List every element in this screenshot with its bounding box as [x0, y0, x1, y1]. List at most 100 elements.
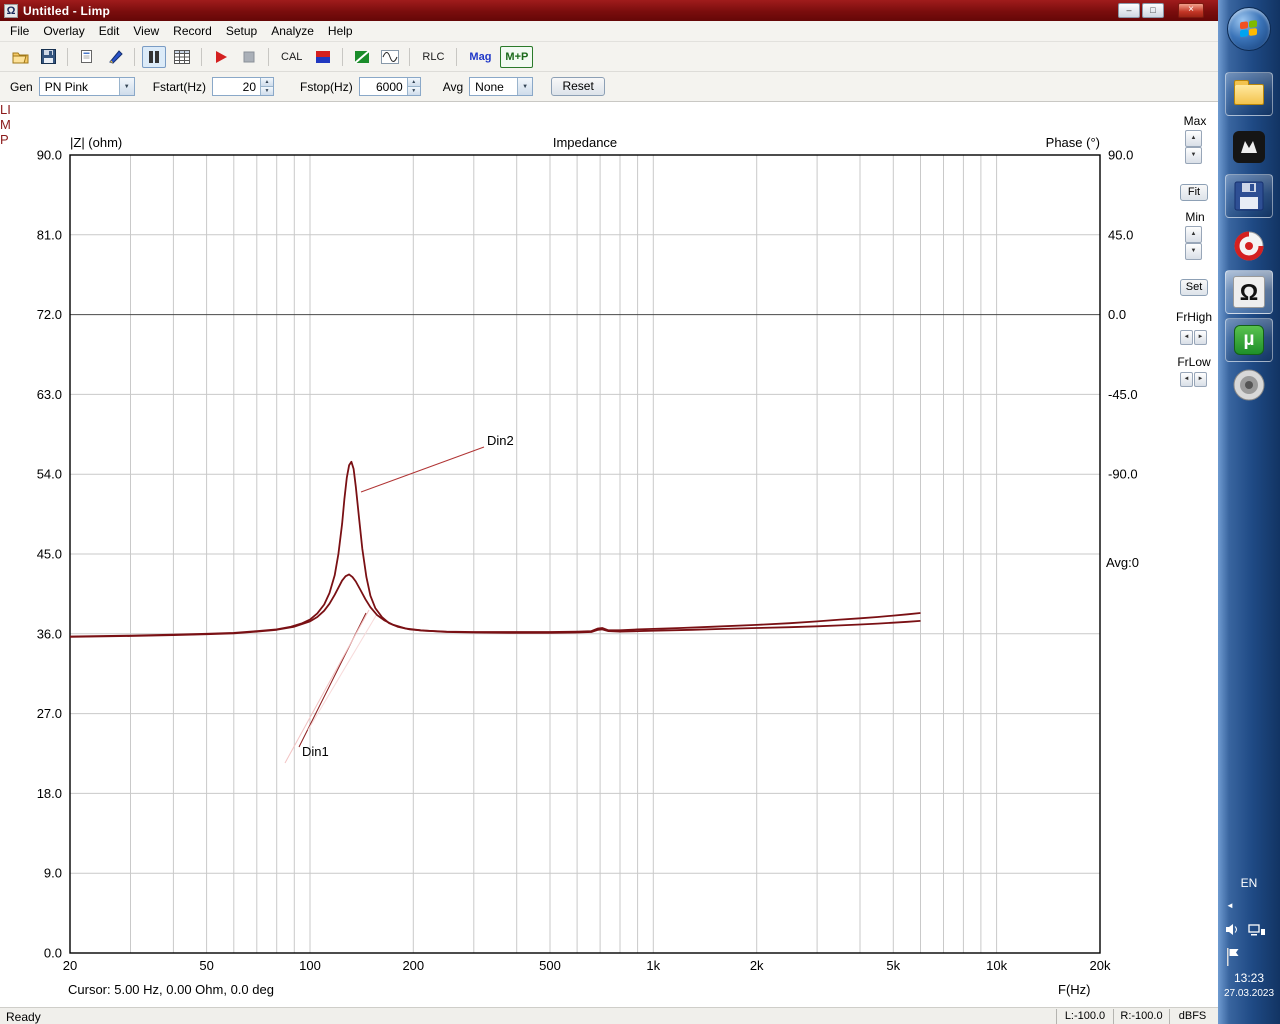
menu-view[interactable]: View	[126, 22, 166, 40]
taskbar-item-speaker-app[interactable]	[1230, 366, 1268, 404]
green-analyzer-icon	[354, 49, 371, 64]
copy-document-button[interactable]	[75, 46, 99, 68]
fstop-input[interactable]: 6000 ▲ ▼	[358, 77, 421, 96]
toolbar-separator	[67, 47, 68, 66]
fit-button[interactable]: Fit	[1180, 184, 1208, 201]
table-view-button[interactable]	[170, 46, 194, 68]
y-left-tick-label: 27.0	[37, 706, 62, 721]
curve-din1	[69, 573, 921, 638]
spin-down-icon[interactable]: ▼	[407, 86, 420, 95]
frhigh-left-button[interactable]: ◄	[1180, 330, 1193, 345]
max-down-button[interactable]: ▼	[1185, 147, 1202, 164]
volume-tray-icon[interactable]	[1225, 923, 1240, 941]
y-left-tick-label: 81.0	[37, 227, 62, 242]
fstart-stepper[interactable]: ▲ ▼	[260, 78, 274, 95]
chevron-down-icon[interactable]: ▼	[517, 78, 533, 95]
menu-setup[interactable]: Setup	[219, 22, 264, 40]
edit-pen-button[interactable]	[103, 46, 127, 68]
averaging-select[interactable]: None ▼	[469, 77, 534, 96]
y-right-tick-label: 90.0	[1108, 148, 1133, 163]
network-tray-icon[interactable]	[1248, 924, 1266, 942]
start-recording-button[interactable]	[209, 46, 233, 68]
table-icon	[174, 49, 190, 64]
date[interactable]: 27.03.2023	[1218, 988, 1280, 999]
taskbar-item-player[interactable]	[1230, 227, 1268, 265]
close-button[interactable]: ×	[1178, 3, 1204, 18]
stop-recording-button[interactable]	[237, 46, 261, 68]
menu-edit[interactable]: Edit	[92, 22, 127, 40]
magnitude-phase-button[interactable]: M+P	[500, 45, 534, 68]
spin-up-icon[interactable]: ▲	[261, 78, 274, 86]
menu-record[interactable]: Record	[166, 22, 219, 40]
min-down-button[interactable]: ▼	[1185, 243, 1202, 260]
sine-generator-button[interactable]	[378, 46, 402, 68]
taskbar-item-utorrent[interactable]: µ	[1225, 318, 1273, 362]
taskbar-item-limp[interactable]: Ω	[1225, 270, 1273, 314]
generator-select[interactable]: PN Pink ▼	[38, 77, 135, 96]
y-right-tick-label: -90.0	[1108, 467, 1138, 482]
pause-icon	[149, 50, 159, 63]
rlc-button[interactable]: RLC	[417, 46, 449, 68]
chevron-down-icon[interactable]: ▼	[118, 78, 134, 95]
spin-down-icon[interactable]: ▼	[261, 86, 274, 95]
y-right-tick-label: 0.0	[1108, 307, 1126, 322]
window-title: Untitled - Limp	[23, 3, 110, 18]
y-left-tick-label: 72.0	[37, 307, 62, 322]
taskbar-item-explorer[interactable]	[1225, 72, 1273, 116]
pause-button[interactable]	[142, 45, 166, 68]
reset-button[interactable]: Reset	[551, 77, 606, 96]
taskbar-item-media-app[interactable]	[1230, 128, 1268, 166]
titlebar[interactable]: Ω Untitled - Limp – □ ×	[0, 0, 1218, 21]
open-file-button[interactable]	[8, 46, 32, 68]
annotation-line	[360, 446, 485, 493]
frlow-right-button[interactable]: ►	[1194, 372, 1207, 387]
document-icon	[81, 50, 92, 63]
calibrate-button[interactable]: CAL	[276, 46, 307, 68]
language-indicator[interactable]: EN	[1218, 876, 1280, 890]
limp-application-window: Ω Untitled - Limp – □ × File Overlay Edi…	[0, 0, 1218, 1024]
toolbar-separator	[342, 47, 344, 66]
red-swirl-icon	[1234, 231, 1264, 261]
taskbar-item-file-manager[interactable]	[1225, 174, 1273, 218]
clock[interactable]: 13:23	[1218, 971, 1280, 985]
statusbar: Ready L:-100.0 R:-100.0 dBFS	[0, 1007, 1218, 1024]
curve-label-din2: Din2	[487, 433, 514, 448]
toolbar-separator	[134, 47, 135, 66]
window-controls: – □ ×	[1118, 3, 1204, 18]
maximize-button[interactable]: □	[1142, 3, 1164, 18]
magnitude-button[interactable]: Mag	[464, 46, 496, 68]
fstop-stepper[interactable]: ▲ ▼	[406, 78, 420, 95]
avg-counter: Avg:0	[1106, 555, 1140, 570]
frhigh-right-button[interactable]: ►	[1194, 330, 1207, 345]
y-left-tick-label: 45.0	[37, 547, 62, 562]
start-button[interactable]	[1227, 7, 1271, 51]
max-label: Max	[1183, 114, 1207, 128]
x-tick-label: 200	[402, 958, 424, 973]
channel-flag-button[interactable]	[311, 46, 335, 68]
x-axis-title: F(Hz)	[1058, 982, 1091, 997]
menu-file[interactable]: File	[3, 22, 36, 40]
toolbar-separator	[268, 47, 269, 66]
y-left-tick-label: 63.0	[37, 387, 62, 402]
impedance-chart: 0.0 9.0 18.0 27.0 36.0 45.0 54.0 63.0 72.0 81.0 90…	[37, 148, 1138, 974]
minimize-button[interactable]: –	[1118, 3, 1140, 18]
spin-up-icon[interactable]: ▲	[407, 78, 420, 86]
sine-wave-icon	[381, 49, 400, 64]
frlow-left-button[interactable]: ◄	[1180, 372, 1193, 387]
tray-expand-arrow[interactable]: ◄	[1226, 901, 1234, 910]
menu-help[interactable]: Help	[321, 22, 360, 40]
blue-floppy-icon	[1234, 181, 1264, 211]
right-channel-level: R:-100.0	[1113, 1009, 1169, 1024]
mu-icon: µ	[1234, 325, 1264, 355]
fstart-input[interactable]: 20 ▲ ▼	[212, 77, 275, 96]
min-up-button[interactable]: ▲	[1185, 226, 1202, 243]
action-center-flag-icon[interactable]	[1226, 948, 1240, 971]
menu-overlay[interactable]: Overlay	[36, 22, 91, 40]
save-button[interactable]	[36, 46, 60, 68]
min-label: Min	[1185, 210, 1205, 224]
spectrum-analyzer-button[interactable]	[350, 46, 374, 68]
menu-analyze[interactable]: Analyze	[264, 22, 321, 40]
speaker-driver-icon	[1233, 369, 1265, 401]
max-up-button[interactable]: ▲	[1185, 130, 1202, 147]
set-button[interactable]: Set	[1180, 279, 1208, 296]
